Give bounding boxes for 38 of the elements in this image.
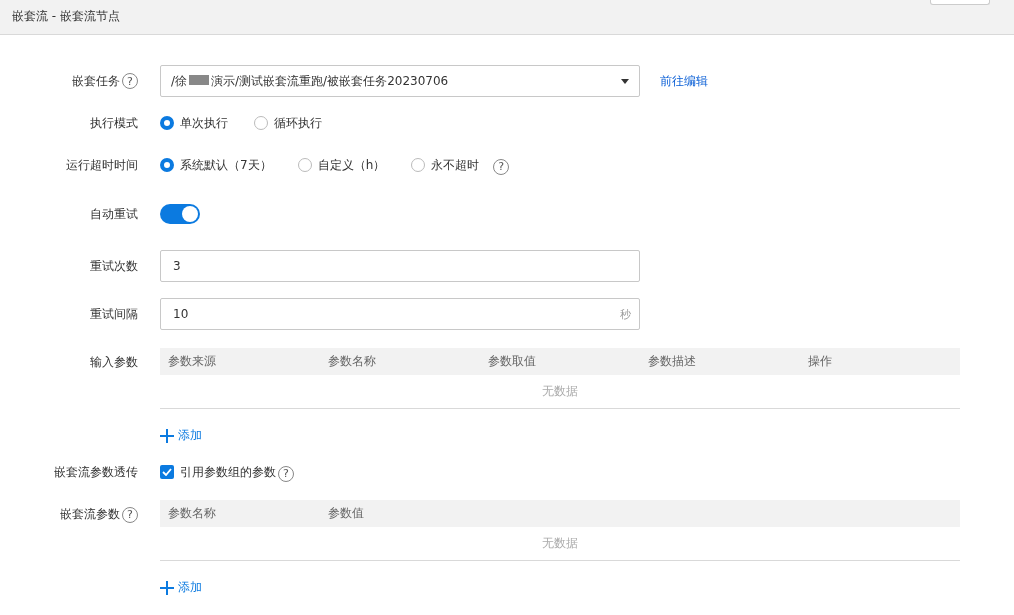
field-label: 运行超时时间 [66,156,138,174]
plus-icon [160,428,174,443]
field-label: 嵌套任务 [72,72,120,90]
radio-option[interactable]: 系统默认（7天） [160,156,272,174]
dialog-title: 嵌套流 - 嵌套流节点 [12,8,120,25]
field-label: 执行模式 [90,114,138,132]
field-label: 重试次数 [90,257,138,275]
radio-option[interactable]: 单次执行 [160,114,228,132]
field-label: 嵌套流参数透传 [54,463,138,481]
empty-text: 无数据 [542,383,578,400]
plus-icon [160,580,174,595]
redaction-mark [189,74,210,85]
column-header: 参数取值 [487,353,537,370]
checkbox-label: 引用参数组的参数 [180,463,276,481]
add-button[interactable]: 添加 [160,427,202,444]
radio-option[interactable]: 永不超时 [411,156,480,174]
column-header: 参数来源 [167,353,217,370]
add-button[interactable]: 添加 [160,579,202,596]
unit-text: 秒 [620,306,631,322]
input-field[interactable]: 10 秒 [160,298,640,330]
column-header: 参数名称 [327,353,377,370]
column-header: 操作 [807,353,833,370]
empty-text: 无数据 [542,535,578,552]
radio-option[interactable]: 自定义（h） [297,156,386,174]
field-label: 重试间隔 [90,305,138,323]
task-select[interactable]: /徐 演示/测试嵌套流重跑/被嵌套任务20230706 [160,65,640,97]
field-label: 输入参数 [90,354,138,371]
field-label: 嵌套流参数 [60,506,120,523]
column-header: 参数描述 [647,353,697,370]
caret-icon [621,78,629,84]
column-header: 参数值 [327,505,365,522]
toggle-switch[interactable] [160,204,200,224]
edit-link[interactable]: 前往编辑 [660,72,708,90]
radio-option[interactable]: 循环执行 [254,114,322,132]
input-field[interactable]: 3 [160,250,640,282]
column-header: 参数名称 [167,505,217,522]
checkbox[interactable] [160,465,174,479]
field-label: 自动重试 [90,205,138,223]
